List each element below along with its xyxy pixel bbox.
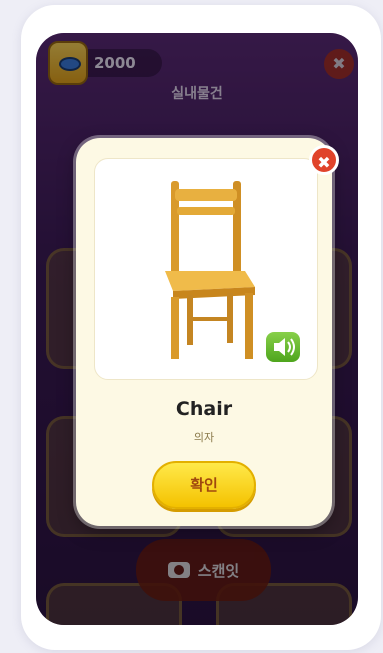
confirm-button[interactable]: 확인 <box>152 461 256 509</box>
chair-leg-back-left <box>187 295 193 345</box>
chair-leg-front-right <box>245 293 253 359</box>
chair-leg-front-left <box>171 297 179 359</box>
speaker-icon <box>274 338 295 356</box>
word-translation: 의자 <box>193 431 215 444</box>
chair-leg-back-right <box>227 293 233 343</box>
chair-stretcher <box>193 317 227 321</box>
chair-top-rail <box>175 189 237 201</box>
modal-close-button[interactable]: ✖ <box>309 145 339 175</box>
play-sound-button[interactable] <box>264 330 302 364</box>
chair-mid-rail <box>177 207 235 215</box>
word-label: Chair <box>175 398 233 420</box>
